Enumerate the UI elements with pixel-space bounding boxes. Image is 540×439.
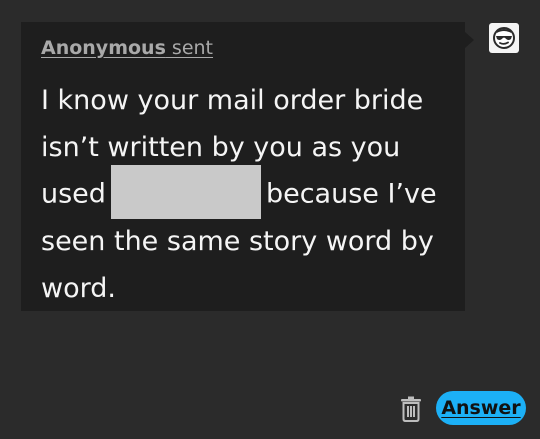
answer-button[interactable]: Answer: [436, 391, 526, 425]
redaction-box: [110, 165, 261, 219]
message-line-with-redaction: used because I’ve: [41, 165, 451, 219]
message-line: I know your mail order bride: [41, 85, 424, 116]
sender-name-link[interactable]: Anonymous: [41, 37, 166, 59]
message-line: word.: [41, 272, 116, 304]
ask-screen: Anonymous sent I know your mail order br…: [0, 0, 540, 439]
bubble-tail: [465, 32, 474, 48]
ask-header: Anonymous sent: [41, 37, 213, 59]
ask-message-text: I know your mail order bride isn’t writt…: [41, 78, 451, 312]
ask-message-bubble: Anonymous sent I know your mail order br…: [21, 22, 465, 311]
avatar[interactable]: [489, 23, 519, 53]
message-fragment: because I’ve: [265, 178, 437, 210]
message-fragment: used: [41, 178, 106, 210]
message-line: seen the same story word by: [41, 226, 434, 257]
sender-action-label: sent: [165, 37, 214, 59]
sunglasses-face-icon: [493, 27, 515, 49]
trash-icon[interactable]: [400, 396, 422, 422]
